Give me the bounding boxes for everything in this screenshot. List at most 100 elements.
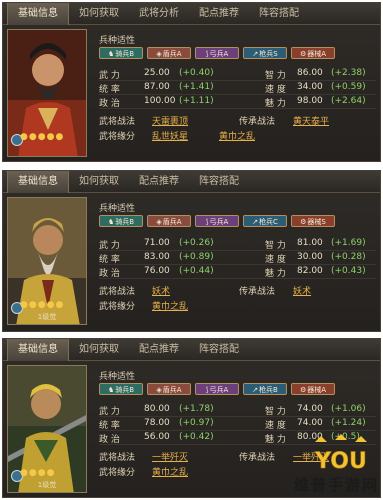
tab-how-to-get[interactable]: 如何获取: [69, 339, 129, 361]
skills-table: 武将战法 妖术 传承战法 妖术 武将缘分 黄巾之乱: [99, 283, 376, 313]
general-panel-2: 基础信息 如何获取 配点推荐 阵容搭配 ● ● ● ● ● 1级觉 兵种适性 ♞…: [2, 170, 381, 332]
tab-basic-info[interactable]: 基础信息: [7, 338, 69, 361]
stats-table: 武 力 71.00 (+0.26) 智 力 81.00 (+1.69) 统 率 …: [99, 237, 376, 279]
star-icon: ●: [55, 132, 64, 142]
shield-icon: ◈: [156, 218, 162, 226]
tab-how-to-get[interactable]: 如何获取: [69, 3, 129, 25]
skill-link[interactable]: 天雷裹顶: [152, 114, 188, 127]
tab-lineup[interactable]: 阵容搭配: [249, 3, 309, 25]
troop-aptitude-list: ♞骑兵B ◈盾兵A ⟆弓兵A ↗枪兵S ⚙器械A: [99, 47, 335, 59]
tab-analysis[interactable]: 武将分析: [129, 3, 189, 25]
troop-cavalry: ♞骑兵B: [99, 47, 143, 59]
troop-cavalry: ♞骑兵B: [99, 215, 143, 227]
star-rating: ● ● ● ● ●: [20, 133, 63, 142]
general-rank: 1级觉: [37, 481, 57, 489]
general-panel-1: 基础信息 如何获取 武将分析 配点推荐 阵容搭配 ● ● ● ● ● 兵种适性 …: [2, 2, 381, 162]
tab-basic-info[interactable]: 基础信息: [7, 170, 69, 193]
skill-link[interactable]: 一举歼灭: [152, 450, 188, 463]
spear-icon: ↗: [252, 50, 259, 58]
tab-bar: 基础信息 如何获取 武将分析 配点推荐 阵容搭配: [3, 2, 380, 25]
star-icon: ●: [28, 468, 37, 478]
star-icon: ●: [46, 468, 55, 478]
shield-icon: ◈: [156, 386, 162, 394]
star-icon: ●: [37, 132, 46, 142]
horse-icon: ♞: [107, 50, 115, 58]
tab-bar: 基础信息 如何获取 配点推荐 阵容搭配: [3, 338, 380, 361]
stat-row: 统 率 83.00 (+0.89) 速 度 30.00 (+0.28): [99, 251, 376, 265]
shield-icon: ◈: [156, 50, 162, 58]
troop-bow: ⟆弓兵A: [195, 383, 239, 395]
watermark-text: 维普手游网: [293, 476, 379, 494]
star-icon: ●: [37, 468, 46, 478]
star-icon: ●: [28, 300, 37, 310]
tab-basic-info[interactable]: 基础信息: [7, 2, 69, 25]
troop-aptitude-list: ♞骑兵B ◈盾兵A ⟆弓兵A ↗枪兵C ⚙器械S: [99, 215, 335, 227]
siege-icon: ⚙: [300, 218, 307, 226]
star-icon: ●: [28, 132, 37, 142]
skill-row: 武将战法 天雷裹顶 传承战法 黄天泰平: [99, 113, 376, 128]
general-portrait[interactable]: ● ● ● ● ●: [7, 29, 87, 157]
skill-row: 武将缘分 乱世妖星 黄巾之乱: [99, 128, 376, 143]
skill-link[interactable]: 妖术: [293, 284, 311, 297]
stat-row: 武 力 80.00 (+1.78) 智 力 74.00 (+1.06): [99, 403, 376, 417]
siege-icon: ⚙: [299, 50, 307, 58]
skills-table: 武将战法 天雷裹顶 传承战法 黄天泰平 武将缘分 乱世妖星 黄巾之乱: [99, 113, 376, 143]
star-icon: ●: [20, 132, 28, 142]
spear-icon: ↗: [252, 218, 258, 226]
skill-link[interactable]: 黄天泰平: [293, 114, 329, 127]
stat-row: 武 力 71.00 (+0.26) 智 力 81.00 (+1.69): [99, 237, 376, 251]
tab-point-recommend[interactable]: 配点推荐: [129, 339, 189, 361]
star-icon: ●: [20, 300, 28, 310]
skill-row: 武将缘分 黄巾之乱: [99, 298, 376, 313]
troop-aptitude-title: 兵种适性: [99, 372, 136, 382]
star-icon: ●: [46, 132, 55, 142]
stat-row: 统 率 78.00 (+0.97) 速 度 74.00 (+1.24): [99, 417, 376, 431]
troop-siege: ⚙器械A: [291, 383, 335, 395]
troop-shield: ◈盾兵A: [147, 215, 191, 227]
site-logo-icon: YOU: [311, 434, 371, 474]
siege-icon: ⚙: [299, 386, 307, 394]
star-rating: ● ● ● ●: [20, 469, 54, 478]
skill-link[interactable]: 妖术: [152, 284, 170, 297]
tab-lineup[interactable]: 阵容搭配: [189, 339, 249, 361]
troop-bow: ⟆弓兵A: [195, 215, 239, 227]
troop-spear: ↗枪兵S: [243, 47, 287, 59]
troop-aptitude-title: 兵种适性: [99, 36, 136, 46]
stats-table: 武 力 25.00 (+0.40) 智 力 86.00 (+2.38) 统 率 …: [99, 67, 376, 109]
fate-link[interactable]: 黄巾之乱: [152, 299, 188, 312]
stat-row: 政 治 76.00 (+0.44) 魅 力 82.00 (+0.43): [99, 265, 376, 279]
tab-how-to-get[interactable]: 如何获取: [69, 171, 129, 193]
troop-shield: ◈盾兵A: [147, 47, 191, 59]
horse-icon: ♞: [107, 386, 115, 394]
star-rating: ● ● ● ● ●: [20, 301, 63, 310]
tab-point-recommend[interactable]: 配点推荐: [189, 3, 249, 25]
tab-bar: 基础信息 如何获取 配点推荐 阵容搭配: [3, 170, 380, 193]
star-icon: ●: [37, 300, 46, 310]
stat-row: 政 治 100.00 (+1.11) 魅 力 98.00 (+2.64): [99, 95, 376, 109]
troop-siege: ⚙器械S: [291, 215, 335, 227]
general-portrait[interactable]: ● ● ● ● 1级觉: [7, 365, 87, 493]
troop-spear: ↗枪兵C: [243, 215, 287, 227]
fate-link[interactable]: 乱世妖星: [152, 129, 188, 142]
tab-point-recommend[interactable]: 配点推荐: [129, 171, 189, 193]
troop-spear: ↗枪兵B: [243, 383, 287, 395]
fate-link[interactable]: 黄巾之乱: [219, 129, 255, 142]
troop-aptitude-title: 兵种适性: [99, 204, 136, 214]
svg-text:YOU: YOU: [314, 449, 367, 474]
stat-row: 武 力 25.00 (+0.40) 智 力 86.00 (+2.38): [99, 67, 376, 81]
troop-siege: ⚙器械A: [291, 47, 335, 59]
star-icon: ●: [20, 468, 28, 478]
general-rank: 1级觉: [37, 313, 57, 321]
spear-icon: ↗: [252, 386, 259, 394]
general-portrait[interactable]: ● ● ● ● ● 1级觉: [7, 197, 87, 325]
horse-icon: ♞: [107, 218, 115, 226]
troop-cavalry: ♞骑兵B: [99, 383, 143, 395]
tab-lineup[interactable]: 阵容搭配: [189, 171, 249, 193]
star-icon: ●: [55, 300, 64, 310]
troop-aptitude-list: ♞骑兵B ◈盾兵A ⟆弓兵A ↗枪兵B ⚙器械A: [99, 383, 335, 395]
troop-shield: ◈盾兵A: [147, 383, 191, 395]
star-icon: ●: [46, 300, 55, 310]
fate-link[interactable]: 黄巾之乱: [152, 465, 188, 478]
skill-row: 武将战法 妖术 传承战法 妖术: [99, 283, 376, 298]
stat-row: 统 率 87.00 (+1.41) 速 度 34.00 (+0.59): [99, 81, 376, 95]
